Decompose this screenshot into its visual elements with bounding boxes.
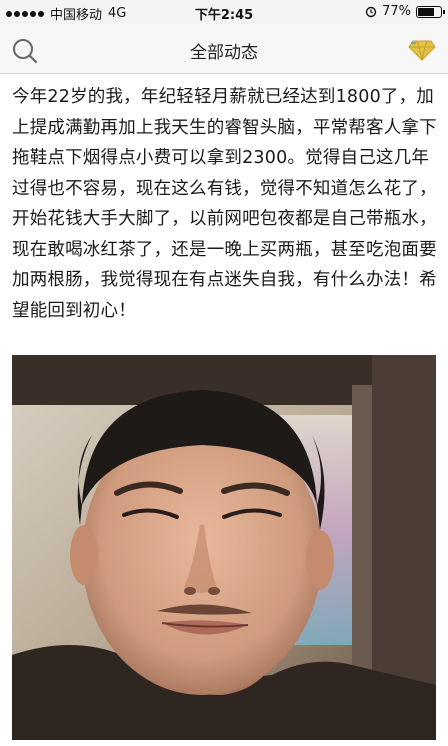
nav-bar: 全部动态 (0, 24, 448, 74)
diamond-icon[interactable] (408, 38, 436, 62)
battery-percent: 77% (382, 4, 411, 19)
status-right: 77% (365, 4, 445, 19)
portrait-image (12, 355, 436, 740)
battery-icon (416, 5, 445, 18)
post-text: 今年22岁的我，年纪轻轻月薪就已经达到1800了，加上提成满勤再加上我天生的睿智… (12, 87, 437, 321)
status-bar: 中国移动 4G 下午2:45 77% (0, 0, 448, 24)
battery-fill (418, 7, 435, 16)
alarm-icon (365, 6, 377, 17)
page-title: 全部动态 (190, 43, 258, 63)
post-photo[interactable] (12, 355, 436, 740)
